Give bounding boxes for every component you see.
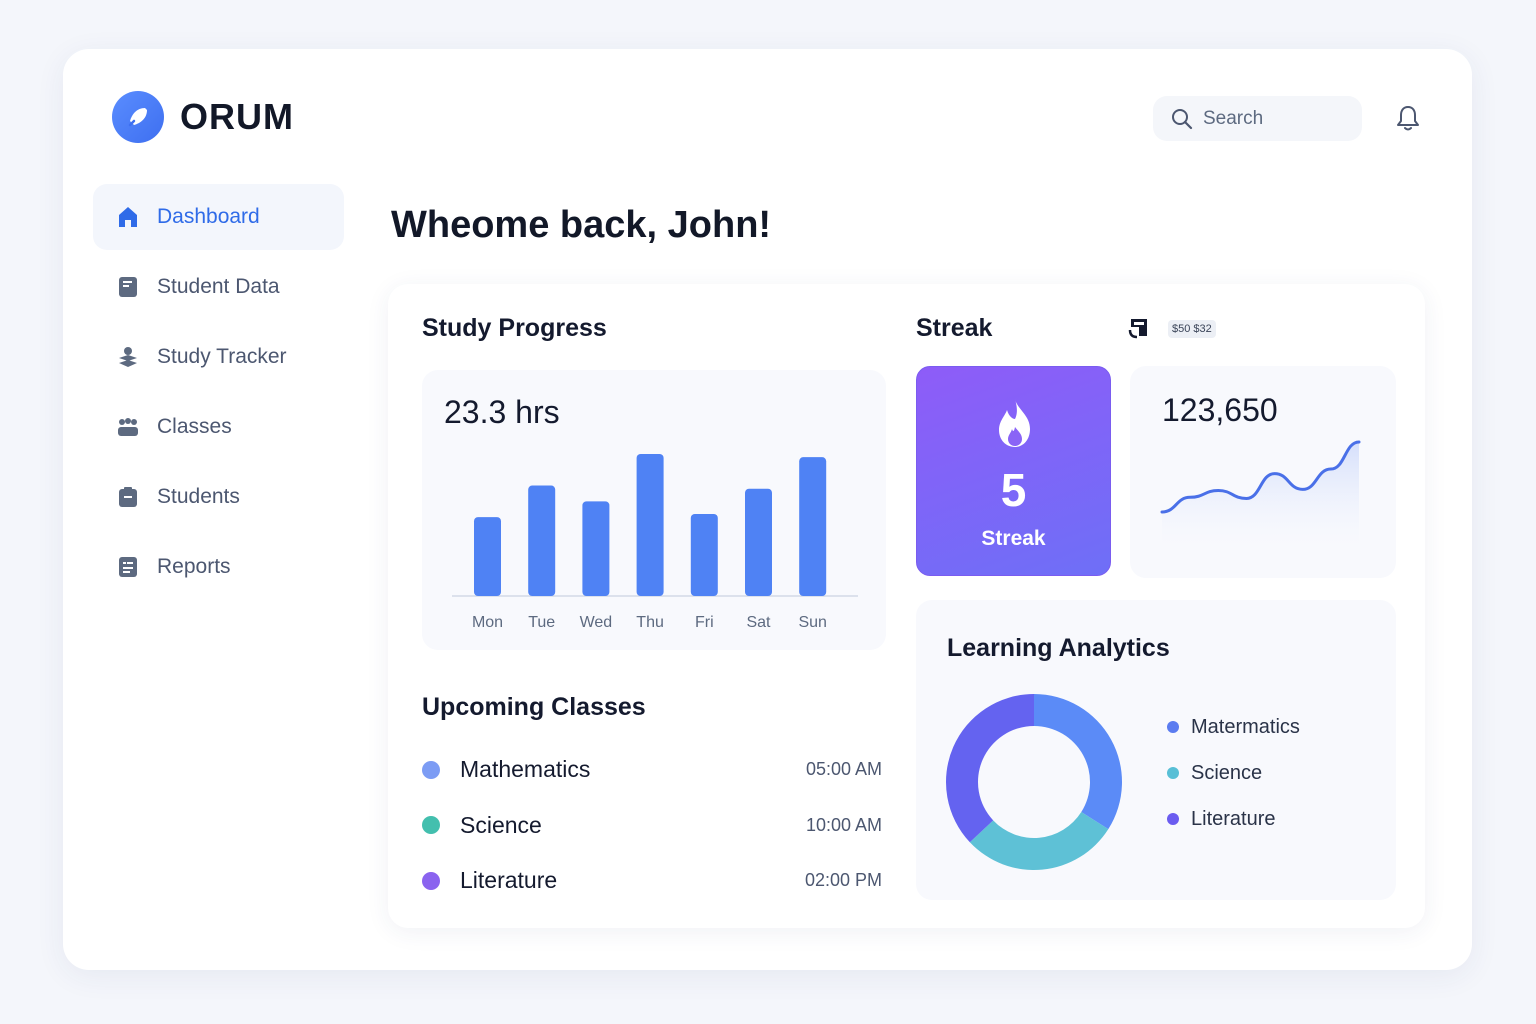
sidebar-item-label: Students — [157, 485, 240, 508]
class-item-science[interactable]: Science 10:00 AM — [422, 798, 882, 854]
streak-label: Streak — [981, 527, 1046, 550]
class-color-dot — [422, 871, 440, 890]
book-icon — [117, 276, 139, 298]
bar-sat[interactable] — [745, 488, 772, 596]
sidebar-item-students[interactable]: Students — [93, 464, 344, 530]
class-color-dot — [422, 760, 440, 779]
legend-item-mathematics: Matermatics — [1167, 704, 1300, 750]
brand-logo[interactable]: ORUM — [112, 91, 294, 143]
app-window: ORUM Search Dashboard Student Data Study… — [63, 49, 1472, 970]
sidebar-item-label: Student Data — [157, 275, 280, 298]
x-tick-label: Sat — [746, 614, 771, 631]
sidebar: Dashboard Student Data Study Tracker Cla… — [93, 184, 344, 604]
class-item-mathematics[interactable]: Mathematics 05:00 AM — [422, 742, 882, 798]
x-tick-label: Tue — [528, 614, 555, 631]
sidebar-item-label: Classes — [157, 415, 232, 438]
x-tick-label: Sun — [798, 614, 826, 631]
bar-sun[interactable] — [799, 457, 827, 596]
legend-dot — [1167, 721, 1179, 733]
bar-tue[interactable] — [528, 485, 556, 596]
legend-label: Matermatics — [1191, 715, 1300, 738]
clipboard-icon — [117, 486, 139, 508]
x-tick-label: Wed — [580, 614, 613, 631]
sidebar-item-reports[interactable]: Reports — [93, 534, 344, 600]
class-time: 05:00 AM — [805, 759, 882, 780]
class-name: Literature — [460, 867, 558, 894]
class-name: Science — [460, 811, 542, 838]
sidebar-item-label: Dashboard — [157, 205, 260, 228]
badge-icon[interactable] — [1127, 316, 1151, 340]
upcoming-classes-title: Upcoming Classes — [422, 693, 646, 721]
welcome-heading: Wheome back, John! — [391, 204, 772, 246]
analytics-legend: Matermatics Science Literature — [1167, 704, 1300, 842]
x-tick-label: Fri — [695, 614, 714, 631]
price-chip: $50 $32 — [1168, 320, 1216, 338]
study-progress-panel: 23.3 hrs Mon Tue Wed Thu Fri Sat Sun — [422, 370, 886, 650]
study-bar-chart: Mon Tue Wed Thu Fri Sat Sun — [452, 454, 858, 631]
sidebar-item-classes[interactable]: Classes — [93, 394, 344, 460]
sidebar-item-label: Reports — [157, 555, 231, 578]
legend-item-literature: Literature — [1167, 796, 1300, 842]
class-time: 02:00 PM — [804, 870, 882, 891]
class-color-dot — [422, 816, 440, 835]
sidebar-item-dashboard[interactable]: Dashboard — [93, 184, 344, 250]
analytics-donut-chart — [946, 694, 1122, 870]
bell-icon[interactable] — [1393, 103, 1423, 133]
x-tick-label: Thu — [636, 614, 664, 631]
streak-count: 5 — [1000, 464, 1027, 516]
legend-dot — [1167, 813, 1179, 825]
stack-icon — [117, 346, 139, 368]
streak-title: Streak — [916, 314, 993, 342]
donut-slice-matermatics[interactable] — [1034, 694, 1122, 830]
upcoming-classes-list: Mathematics 05:00 AM Science 10:00 AM Li… — [422, 742, 882, 909]
dashboard-card: Study Progress 23.3 hrs Mon Tue Wed Thu Fri S… — [388, 284, 1425, 928]
stat-panel: 123,650 — [1130, 366, 1396, 578]
search-icon — [1172, 108, 1193, 129]
class-name: Mathematics — [460, 756, 591, 783]
sidebar-item-study-tracker[interactable]: Study Tracker — [93, 324, 344, 390]
bar-thu[interactable] — [636, 454, 664, 596]
sparkline-area — [1162, 441, 1359, 548]
sidebar-item-label: Study Tracker — [157, 345, 287, 368]
donut-slice-literature[interactable] — [946, 694, 1034, 843]
streak-tile[interactable]: 5 Streak — [916, 366, 1111, 576]
legend-item-science: Science — [1167, 750, 1300, 796]
home-icon — [117, 206, 139, 228]
class-time: 10:00 AM — [805, 814, 882, 835]
search-input[interactable]: Search — [1153, 96, 1362, 141]
group-icon — [117, 416, 139, 438]
bar-wed[interactable] — [582, 501, 610, 596]
report-icon — [117, 556, 139, 578]
study-progress-title: Study Progress — [422, 314, 607, 342]
brand-name: ORUM — [180, 96, 294, 137]
legend-dot — [1167, 767, 1179, 779]
x-tick-label: Mon — [472, 614, 503, 631]
trend-sparkline — [1160, 440, 1361, 548]
sidebar-item-student-data[interactable]: Student Data — [93, 254, 344, 320]
legend-label: Literature — [1191, 807, 1276, 830]
bar-mon[interactable] — [474, 517, 501, 596]
rocket-logo-icon — [112, 91, 164, 143]
bar-fri[interactable] — [690, 513, 718, 596]
class-item-literature[interactable]: Literature 02:00 PM — [422, 853, 882, 909]
legend-label: Science — [1191, 761, 1263, 784]
learning-analytics-panel: Learning Analytics Matermatics Science L… — [916, 600, 1396, 900]
search-placeholder: Search — [1203, 107, 1264, 129]
flame-icon — [999, 399, 1030, 447]
